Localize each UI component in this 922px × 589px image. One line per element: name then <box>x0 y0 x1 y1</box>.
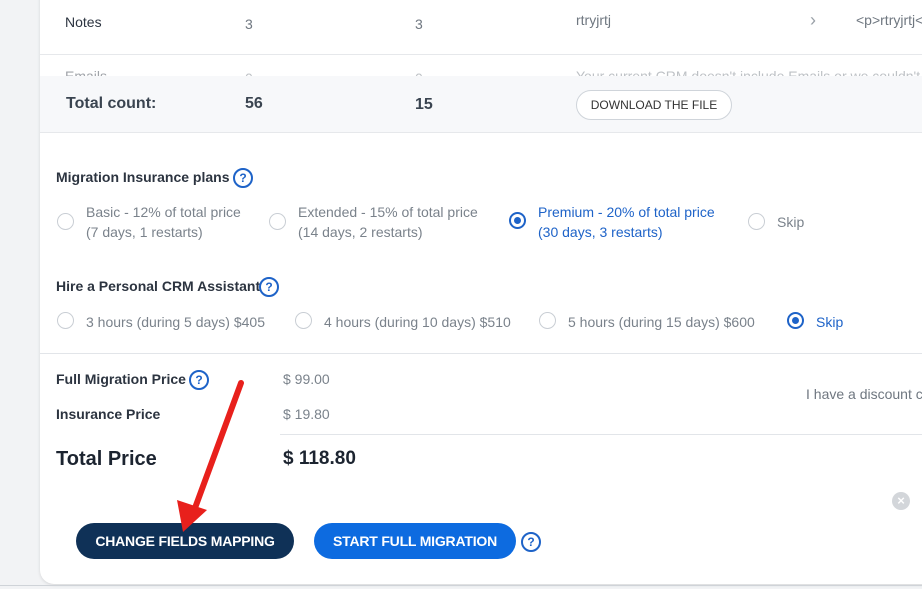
annotation-arrow-head <box>177 500 207 532</box>
annotation-arrow-shaft <box>192 380 244 511</box>
annotation-arrow-overlay <box>177 380 244 532</box>
